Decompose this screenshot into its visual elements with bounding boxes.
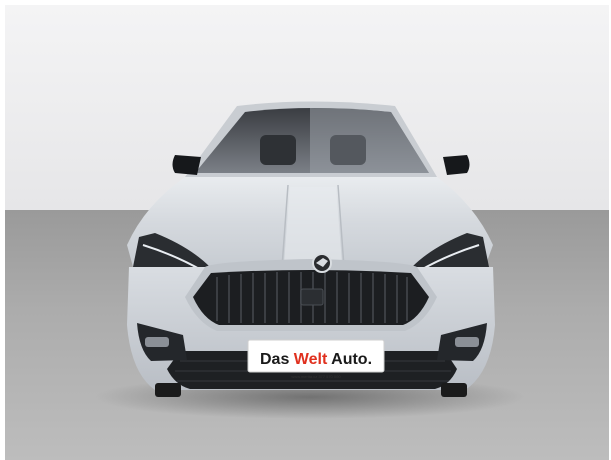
right-fog-lamp <box>455 337 479 347</box>
left-mirror <box>172 155 201 175</box>
hood-highlight <box>284 187 342 263</box>
right-mirror <box>443 155 470 175</box>
plate-dealer-text: www.merita.cz 377 570 000 <box>291 374 341 379</box>
plate-brand-part2: Welt <box>294 351 328 368</box>
interior-seat <box>330 135 366 165</box>
car-photo: Das Welt Auto. www.merita.cz 377 570 000 <box>5 5 609 460</box>
left-tire <box>155 383 181 397</box>
plate-brand-part3: Auto. <box>331 351 372 368</box>
car-photo-svg: Das Welt Auto. www.merita.cz 377 570 000 <box>5 5 609 460</box>
right-tire <box>441 383 467 397</box>
plate-brand-text: Das Welt Auto. <box>260 351 372 368</box>
left-fog-lamp <box>145 337 169 347</box>
plate-brand-part1: Das <box>260 351 289 368</box>
radar-sensor <box>300 288 324 306</box>
interior-seat <box>260 135 296 165</box>
